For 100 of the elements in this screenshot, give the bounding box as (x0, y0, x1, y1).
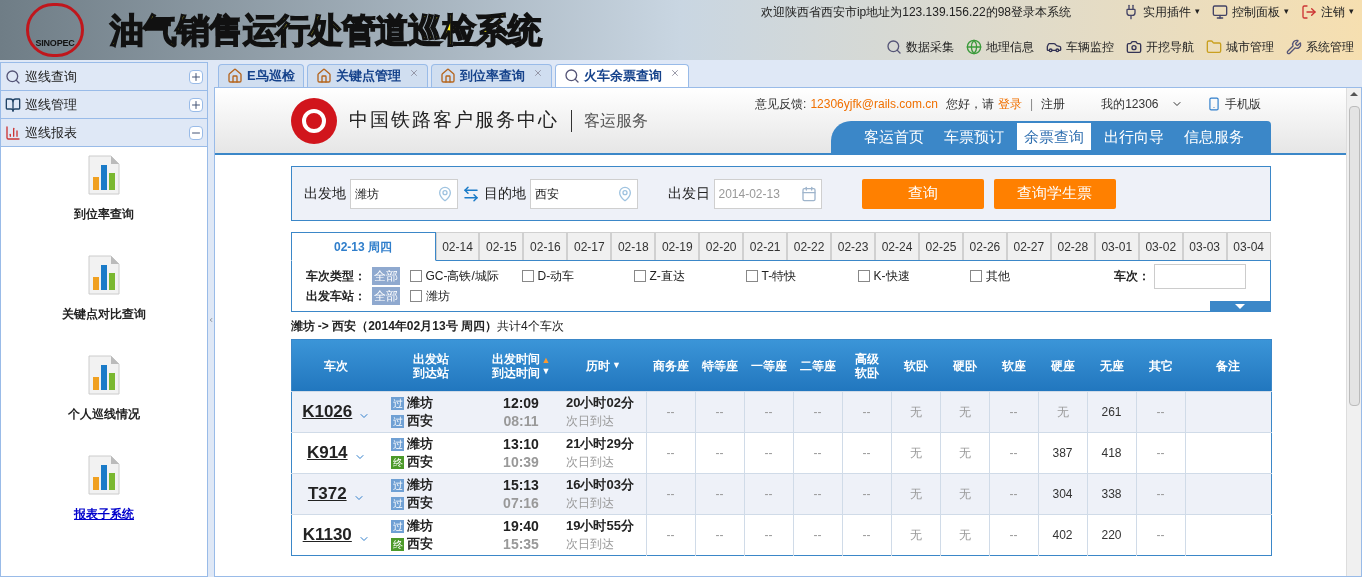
column-header[interactable]: 出发时间 到达时间 ▲ ▼ (481, 339, 561, 392)
train-type-option[interactable]: 其他 (969, 267, 1082, 285)
train-type-option[interactable]: K-快速 (857, 267, 970, 285)
report-link[interactable]: 报表子系统 (74, 505, 134, 523)
seat-cell: -- (695, 514, 744, 556)
date-tab[interactable]: 02-17 (567, 232, 612, 260)
report-item[interactable]: 到位率查询 (74, 205, 134, 223)
nav-button[interactable]: 城市管理 (1206, 38, 1274, 56)
site-nav-item[interactable]: 车票预订 (936, 123, 1011, 151)
date-tab[interactable]: 03-03 (1182, 232, 1227, 260)
checkbox[interactable] (857, 270, 870, 282)
nav-button[interactable]: 地理信息 (966, 38, 1034, 56)
checkbox[interactable] (521, 270, 534, 282)
swap-icon[interactable] (461, 184, 480, 203)
date-tab[interactable]: 02-13 周四 (290, 232, 436, 261)
nav-button[interactable]: 系统管理 (1286, 38, 1354, 56)
checkbox[interactable] (969, 270, 982, 282)
tab[interactable]: 火车余票查询 (554, 64, 689, 87)
collapse-icon[interactable] (189, 125, 203, 140)
tab[interactable]: E鸟巡检 (218, 64, 304, 87)
checkbox[interactable] (633, 270, 646, 282)
register-link[interactable]: 注册 (1041, 95, 1066, 114)
arrival-note: 次日到达 (566, 536, 615, 553)
train-number-link[interactable]: K1130 (302, 522, 352, 548)
site-nav-item[interactable]: 客运首页 (856, 123, 931, 151)
train-number-field[interactable] (1153, 263, 1246, 289)
close-icon[interactable] (532, 68, 543, 78)
expand-icon[interactable] (189, 97, 203, 112)
sort-icon[interactable]: ▼ (541, 365, 551, 377)
accordion-header[interactable]: 巡线报表 (1, 119, 207, 147)
checkbox[interactable] (409, 270, 422, 282)
from-field[interactable]: 潍坊 (349, 178, 458, 209)
column-header[interactable]: 历时 ▼ (561, 339, 646, 392)
date-tab[interactable]: 03-04 (1226, 232, 1271, 260)
date-tab[interactable]: 02-21 (743, 232, 788, 260)
site-nav-item[interactable]: 信息服务 (1176, 123, 1251, 151)
station-option[interactable]: 潍坊 (409, 287, 450, 305)
seat-cell: 220 (1087, 514, 1136, 556)
train-type-option[interactable]: T-特快 (745, 267, 858, 285)
nav-button[interactable]: 数据采集 (886, 38, 954, 56)
table-row[interactable]: K1130 过 潍坊 终 西安 19:40 15:35 19小时55分 次日到达 -- -- -- -- -- 无 无 -- 402 220 -- (291, 514, 1271, 556)
date-tab[interactable]: 03-01 (1094, 232, 1139, 260)
date-tab[interactable]: 02-22 (787, 232, 832, 260)
station-name: 西安 (407, 453, 433, 471)
expand-icon[interactable] (189, 69, 203, 84)
train-number-link[interactable]: K914 (306, 440, 348, 466)
to-field[interactable]: 西安 (529, 178, 638, 209)
train-type-option[interactable]: Z-直达 (633, 267, 746, 285)
wrench-icon (1286, 39, 1302, 55)
train-type-option[interactable]: GC-高铁/城际 (409, 267, 522, 285)
accordion-header[interactable]: 巡线查询 (1, 63, 207, 91)
date-tab[interactable]: 02-23 (831, 232, 876, 260)
my-account-menu[interactable]: 我的12306 (1101, 95, 1183, 114)
date-tab[interactable]: 03-02 (1138, 232, 1183, 260)
train-number-link[interactable]: T372 (307, 481, 347, 507)
column-header: 一等座 (744, 339, 793, 392)
train-type-option[interactable]: D-动车 (521, 267, 634, 285)
checkbox[interactable] (409, 290, 422, 302)
column-header: 软卧 (891, 339, 940, 392)
menu-button[interactable]: 实用插件 ▾ (1123, 3, 1200, 21)
table-row[interactable]: T372 过 潍坊 过 西安 15:13 07:16 16小时03分 次日到达 -- -- -- -- -- 无 无 -- 304 338 -- (291, 473, 1271, 515)
date-tab[interactable]: 02-18 (611, 232, 656, 260)
home-icon (439, 68, 456, 84)
expand-filter-button[interactable] (1209, 301, 1270, 311)
date-tab[interactable]: 02-15 (479, 232, 524, 260)
date-tab[interactable]: 02-14 (435, 232, 480, 260)
home-icon (227, 68, 243, 84)
sort-icon[interactable]: ▼ (612, 360, 621, 371)
report-item[interactable]: 个人巡线情况 (68, 405, 140, 423)
station-badge: 过 (391, 437, 404, 451)
nav-button[interactable]: 车辆监控 (1046, 38, 1114, 56)
train-number-link[interactable]: K1026 (302, 399, 353, 425)
table-row[interactable]: K1026 过 潍坊 过 西安 12:09 08:11 20小时02分 次日到达 -- -- -- -- -- 无 无 -- 无 261 -- (291, 391, 1271, 433)
date-tab[interactable]: 02-16 (523, 232, 568, 260)
search-icon (563, 68, 580, 84)
mobile-link[interactable]: 手机版 (1206, 95, 1261, 114)
site-nav-item[interactable]: 出行向导 (1096, 123, 1171, 151)
scrollbar[interactable] (1346, 88, 1361, 576)
menu-button[interactable]: 控制面板 ▾ (1212, 3, 1289, 21)
column-header: 备注 (1185, 339, 1271, 392)
menu-button[interactable]: 注销 ▾ (1301, 3, 1354, 21)
checkbox[interactable] (745, 270, 758, 282)
close-icon[interactable] (669, 68, 680, 78)
date-tab[interactable]: 02-28 (1050, 232, 1095, 260)
date-tab[interactable]: 02-20 (699, 232, 744, 260)
site-nav-item[interactable]: 余票查询 (1016, 123, 1091, 151)
date-tab[interactable]: 02-27 (1006, 232, 1051, 260)
seat-cell: -- (793, 514, 842, 556)
tab[interactable]: 到位率查询 (430, 64, 552, 87)
date-tab[interactable]: 02-19 (655, 232, 700, 260)
nav-button[interactable]: 开挖导航 (1126, 38, 1194, 56)
seat-cell: 402 (1038, 514, 1087, 556)
date-tab[interactable]: 02-25 (919, 232, 963, 260)
date-tab[interactable]: 02-24 (875, 232, 919, 260)
accordion-header[interactable]: 巡线管理 (1, 91, 207, 119)
date-tab[interactable]: 02-26 (962, 232, 1007, 260)
table-row[interactable]: K914 过 潍坊 终 西安 13:10 10:39 21小时29分 次日到达 -- -- -- -- -- 无 无 -- 387 418 -- (291, 432, 1271, 474)
tab[interactable]: 关键点管理 (306, 64, 428, 87)
close-icon[interactable] (408, 68, 419, 78)
report-item[interactable]: 关键点对比查询 (62, 305, 146, 323)
